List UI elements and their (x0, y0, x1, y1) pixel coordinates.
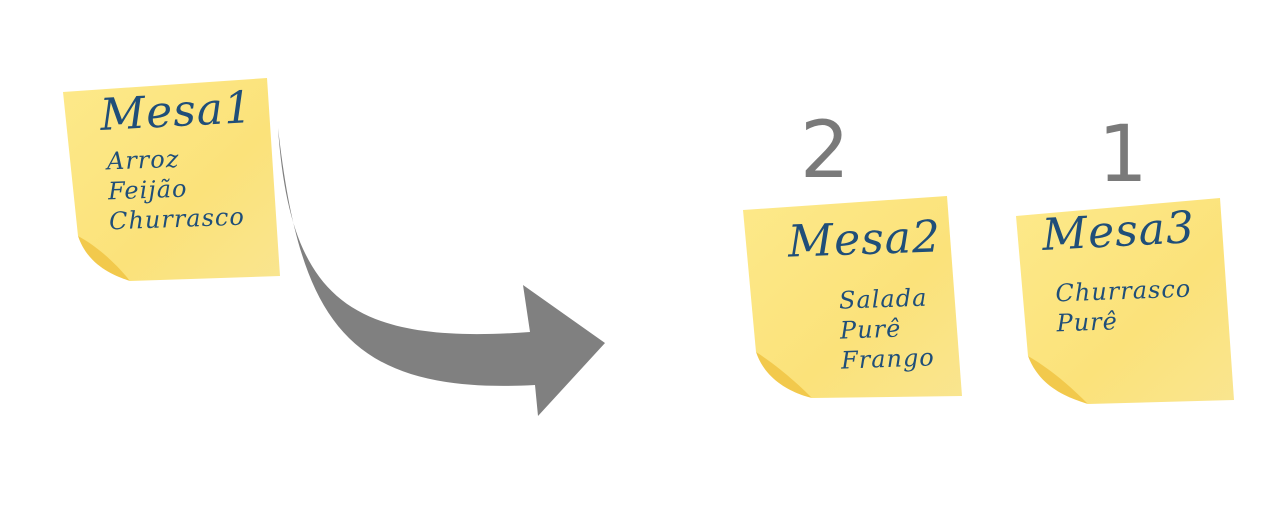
note-items: Churrasco Purê (1055, 274, 1193, 339)
list-item: Churrasco (1055, 274, 1192, 308)
sticky-note-mesa1: Mesa1 Arroz Feijão Churrasco (60, 76, 285, 286)
list-item: Salada (838, 283, 928, 315)
order-badge: 2 (800, 106, 850, 196)
list-item: Purê (1056, 307, 1119, 338)
list-item: Feijão (107, 174, 188, 206)
note-items: Salada Purê Frango (838, 282, 935, 375)
note-title: Mesa2 (787, 211, 942, 268)
order-badge: 1 (1098, 110, 1148, 200)
sticky-note-mesa3: Mesa3 Churrasco Purê (1014, 198, 1239, 408)
list-item: Frango (840, 343, 936, 375)
list-item: Churrasco (108, 202, 246, 236)
note-title: Mesa1 (98, 82, 255, 141)
list-item: Purê (839, 314, 902, 345)
note-title: Mesa3 (1040, 202, 1197, 261)
sticky-note-mesa2: Mesa2 Salada Purê Frango (740, 196, 965, 401)
list-item: Arroz (106, 144, 180, 176)
note-items: Arroz Feijão Churrasco (106, 142, 246, 237)
